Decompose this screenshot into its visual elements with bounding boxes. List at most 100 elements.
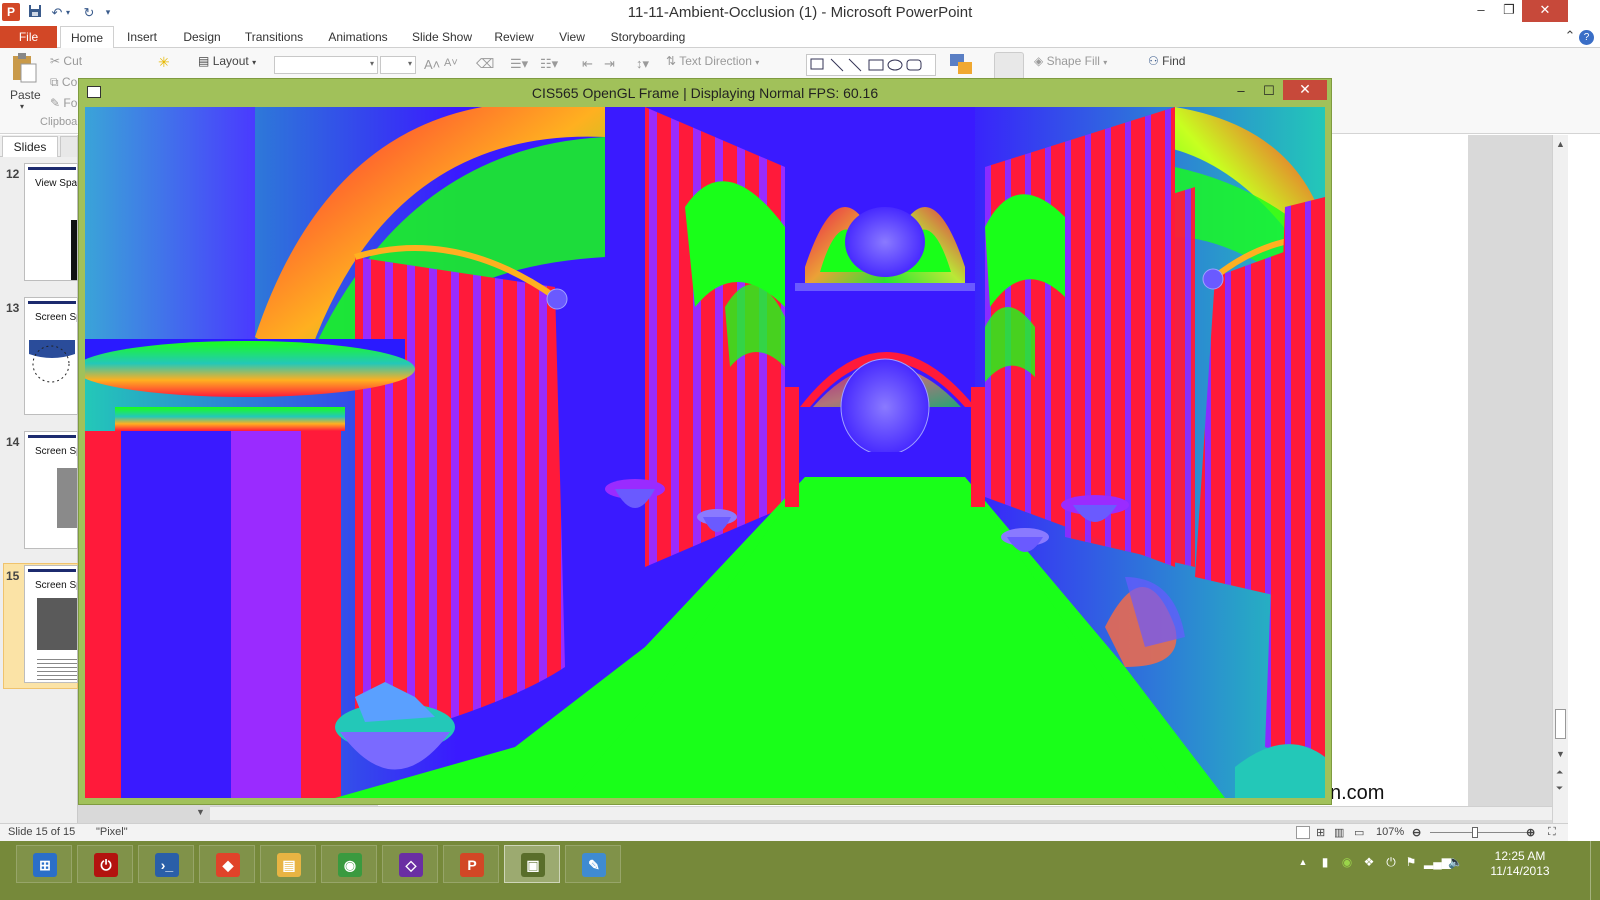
vertical-scrollbar[interactable]: ▲ ▼ ⏶ ⏷ <box>1552 135 1568 825</box>
taskbar-powershell-button[interactable]: ›_ <box>138 845 194 883</box>
slide-thumbnail-14[interactable]: Screen Sp <box>24 431 78 549</box>
taskbar-git-button[interactable]: ◆ <box>199 845 255 883</box>
taskbar-windows-start-button[interactable]: ⊞ <box>16 845 72 883</box>
grow-font-icon[interactable]: A˄ <box>424 57 440 72</box>
tab-storyboarding[interactable]: Storyboarding <box>604 26 692 49</box>
decrease-indent-icon[interactable]: ⇤ <box>582 56 593 72</box>
tab-outline[interactable] <box>60 136 78 157</box>
tab-slides[interactable]: Slides <box>2 136 58 157</box>
slide-sorter-view-icon[interactable]: ⊞ <box>1316 826 1325 839</box>
taskbar-power-button-button[interactable]: ⏻ <box>77 845 133 883</box>
git-icon: ◆ <box>216 853 240 877</box>
close-button[interactable]: ✕ <box>1522 0 1568 22</box>
horizontal-scrollbar[interactable]: ▼ <box>196 806 1552 820</box>
scissors-icon: ✂ <box>50 54 61 68</box>
find-button[interactable]: ⚇ Find <box>1148 54 1185 68</box>
opengl-maximize-button[interactable]: ☐ <box>1257 82 1281 102</box>
show-desktop-button[interactable] <box>1590 841 1600 900</box>
slide-thumbnail-15[interactable]: Screen Sp <box>24 565 78 683</box>
tab-file[interactable]: File <box>0 26 57 48</box>
taskbar-visual-studio-button[interactable]: ◇ <box>382 845 438 883</box>
paste-dropdown-icon[interactable]: ▾ <box>20 102 24 111</box>
tab-transitions[interactable]: Transitions <box>238 26 310 49</box>
tab-review[interactable]: Review <box>490 26 538 49</box>
scroll-thumb[interactable] <box>1555 709 1566 739</box>
taskbar-paint-button[interactable]: ✎ <box>565 845 621 883</box>
scroll-down-icon[interactable]: ▼ <box>1556 749 1565 759</box>
taskbar-powerpoint-button[interactable]: P <box>443 845 499 883</box>
normal-view-icon[interactable] <box>1296 826 1310 839</box>
reading-view-icon[interactable]: ▥ <box>1334 826 1344 839</box>
restore-button[interactable]: ❐ <box>1494 0 1524 22</box>
help-icon[interactable]: ? <box>1579 30 1594 45</box>
text-direction-button[interactable]: ⇅ Text Direction ▾ <box>666 54 759 68</box>
volume-icon[interactable]: 🔈 <box>1448 855 1463 869</box>
copy-button[interactable]: ⧉ Co <box>50 75 77 90</box>
font-size-select[interactable]: ▾ <box>380 56 416 74</box>
slide-thumbnail-13[interactable]: Screen Sp <box>24 297 78 415</box>
paste-button[interactable]: Paste <box>10 88 41 102</box>
pane-scroll-down-icon[interactable]: ▼ <box>196 807 205 817</box>
tab-design[interactable]: Design <box>176 26 228 49</box>
tab-home[interactable]: Home <box>60 26 114 49</box>
action-center-icon[interactable]: ⚑ <box>1404 855 1418 869</box>
layout-button[interactable]: ▤ Layout ▾ <box>198 54 256 68</box>
battery-tray-icon[interactable]: ▮ <box>1318 855 1332 869</box>
new-slide-icon[interactable]: ✳ <box>158 54 170 71</box>
slide-thumbnail-12[interactable]: View Spa <box>24 163 78 281</box>
zoom-slider[interactable] <box>1430 832 1530 833</box>
shapes-gallery[interactable] <box>806 54 936 76</box>
tab-slide-show[interactable]: Slide Show <box>406 26 478 49</box>
taskbar-file-explorer-button[interactable]: ▤ <box>260 845 316 883</box>
normal-buffer-render <box>85 107 1325 798</box>
fit-to-window-icon[interactable]: ⛶ <box>1548 826 1556 839</box>
zoom-in-icon[interactable]: ⊕ <box>1526 826 1535 839</box>
slide-show-view-icon[interactable]: ▭ <box>1354 826 1364 839</box>
tab-animations[interactable]: Animations <box>322 26 394 49</box>
next-slide-icon[interactable]: ⏷ <box>1556 783 1563 794</box>
numbering-icon[interactable]: ☷▾ <box>540 56 558 72</box>
network-icon[interactable]: ▂▄▆ <box>1424 855 1451 869</box>
opengl-frame-window[interactable]: CIS565 OpenGL Frame | Displaying Normal … <box>78 78 1332 805</box>
show-hidden-icons-icon[interactable]: ▲ <box>1296 855 1310 869</box>
slide-url-text[interactable]: n.com <box>1330 782 1384 805</box>
dropbox-icon[interactable]: ❖ <box>1362 855 1376 869</box>
previous-slide-icon[interactable]: ⏶ <box>1556 767 1563 778</box>
tab-view[interactable]: View <box>552 26 592 49</box>
thumb-title: Screen Sp <box>35 580 78 591</box>
clear-formatting-icon[interactable]: ⌫ <box>476 56 494 72</box>
minimize-button[interactable]: – <box>1466 0 1496 22</box>
power-icon[interactable]: ⏻ <box>1384 855 1398 869</box>
thumb-header-bar <box>28 569 76 572</box>
cut-button[interactable]: ✂ Cut <box>50 54 82 68</box>
zoom-level[interactable]: 107% <box>1376 826 1404 838</box>
opengl-close-button[interactable]: ✕ <box>1283 80 1327 100</box>
line-spacing-icon[interactable]: ↕▾ <box>636 56 649 72</box>
shape-fill-button[interactable]: ◈ Shape Fill ▾ <box>1034 54 1107 68</box>
font-family-select[interactable]: ▾ <box>274 56 378 74</box>
opengl-render-viewport[interactable] <box>85 107 1325 798</box>
ribbon-minimize-icon[interactable]: ⌃ ? <box>1564 28 1594 45</box>
opengl-frame-icon: ▣ <box>521 853 545 877</box>
clock[interactable]: 12:25 AM 11/14/2013 <box>1470 849 1570 879</box>
nvidia-icon[interactable]: ◉ <box>1340 855 1354 869</box>
thumb-header-bar <box>28 435 76 438</box>
taskbar-chrome-button[interactable]: ◉ <box>321 845 377 883</box>
shrink-font-icon[interactable]: A˅ <box>444 57 458 69</box>
thumb-title: View Spa <box>35 178 78 189</box>
status-bar: Slide 15 of 15 "Pixel" ⊞ ▥ ▭ 107% ⊖ ⊕ ⛶ <box>0 823 1568 841</box>
zoom-out-icon[interactable]: ⊖ <box>1412 826 1421 839</box>
format-painter-button[interactable]: ✎ Fo <box>50 96 77 110</box>
increase-indent-icon[interactable]: ⇥ <box>604 56 615 72</box>
powerpoint-title-bar: P ↶ ▾ ↻ ▾ 11-11-Ambient-Occlusion (1) - … <box>0 0 1600 26</box>
opengl-title-bar[interactable]: CIS565 OpenGL Frame | Displaying Normal … <box>79 79 1331 107</box>
layout-label: Layout <box>212 54 249 68</box>
paste-icon[interactable] <box>10 52 38 84</box>
pane-tabs: Slides <box>0 135 78 157</box>
bullets-icon[interactable]: ☰▾ <box>510 56 528 72</box>
taskbar-opengl-frame-button[interactable]: ▣ <box>504 845 560 883</box>
tab-insert[interactable]: Insert <box>120 26 164 49</box>
scroll-up-icon[interactable]: ▲ <box>1556 139 1565 149</box>
opengl-minimize-button[interactable]: – <box>1229 82 1253 102</box>
zoom-slider-thumb[interactable] <box>1472 827 1478 838</box>
